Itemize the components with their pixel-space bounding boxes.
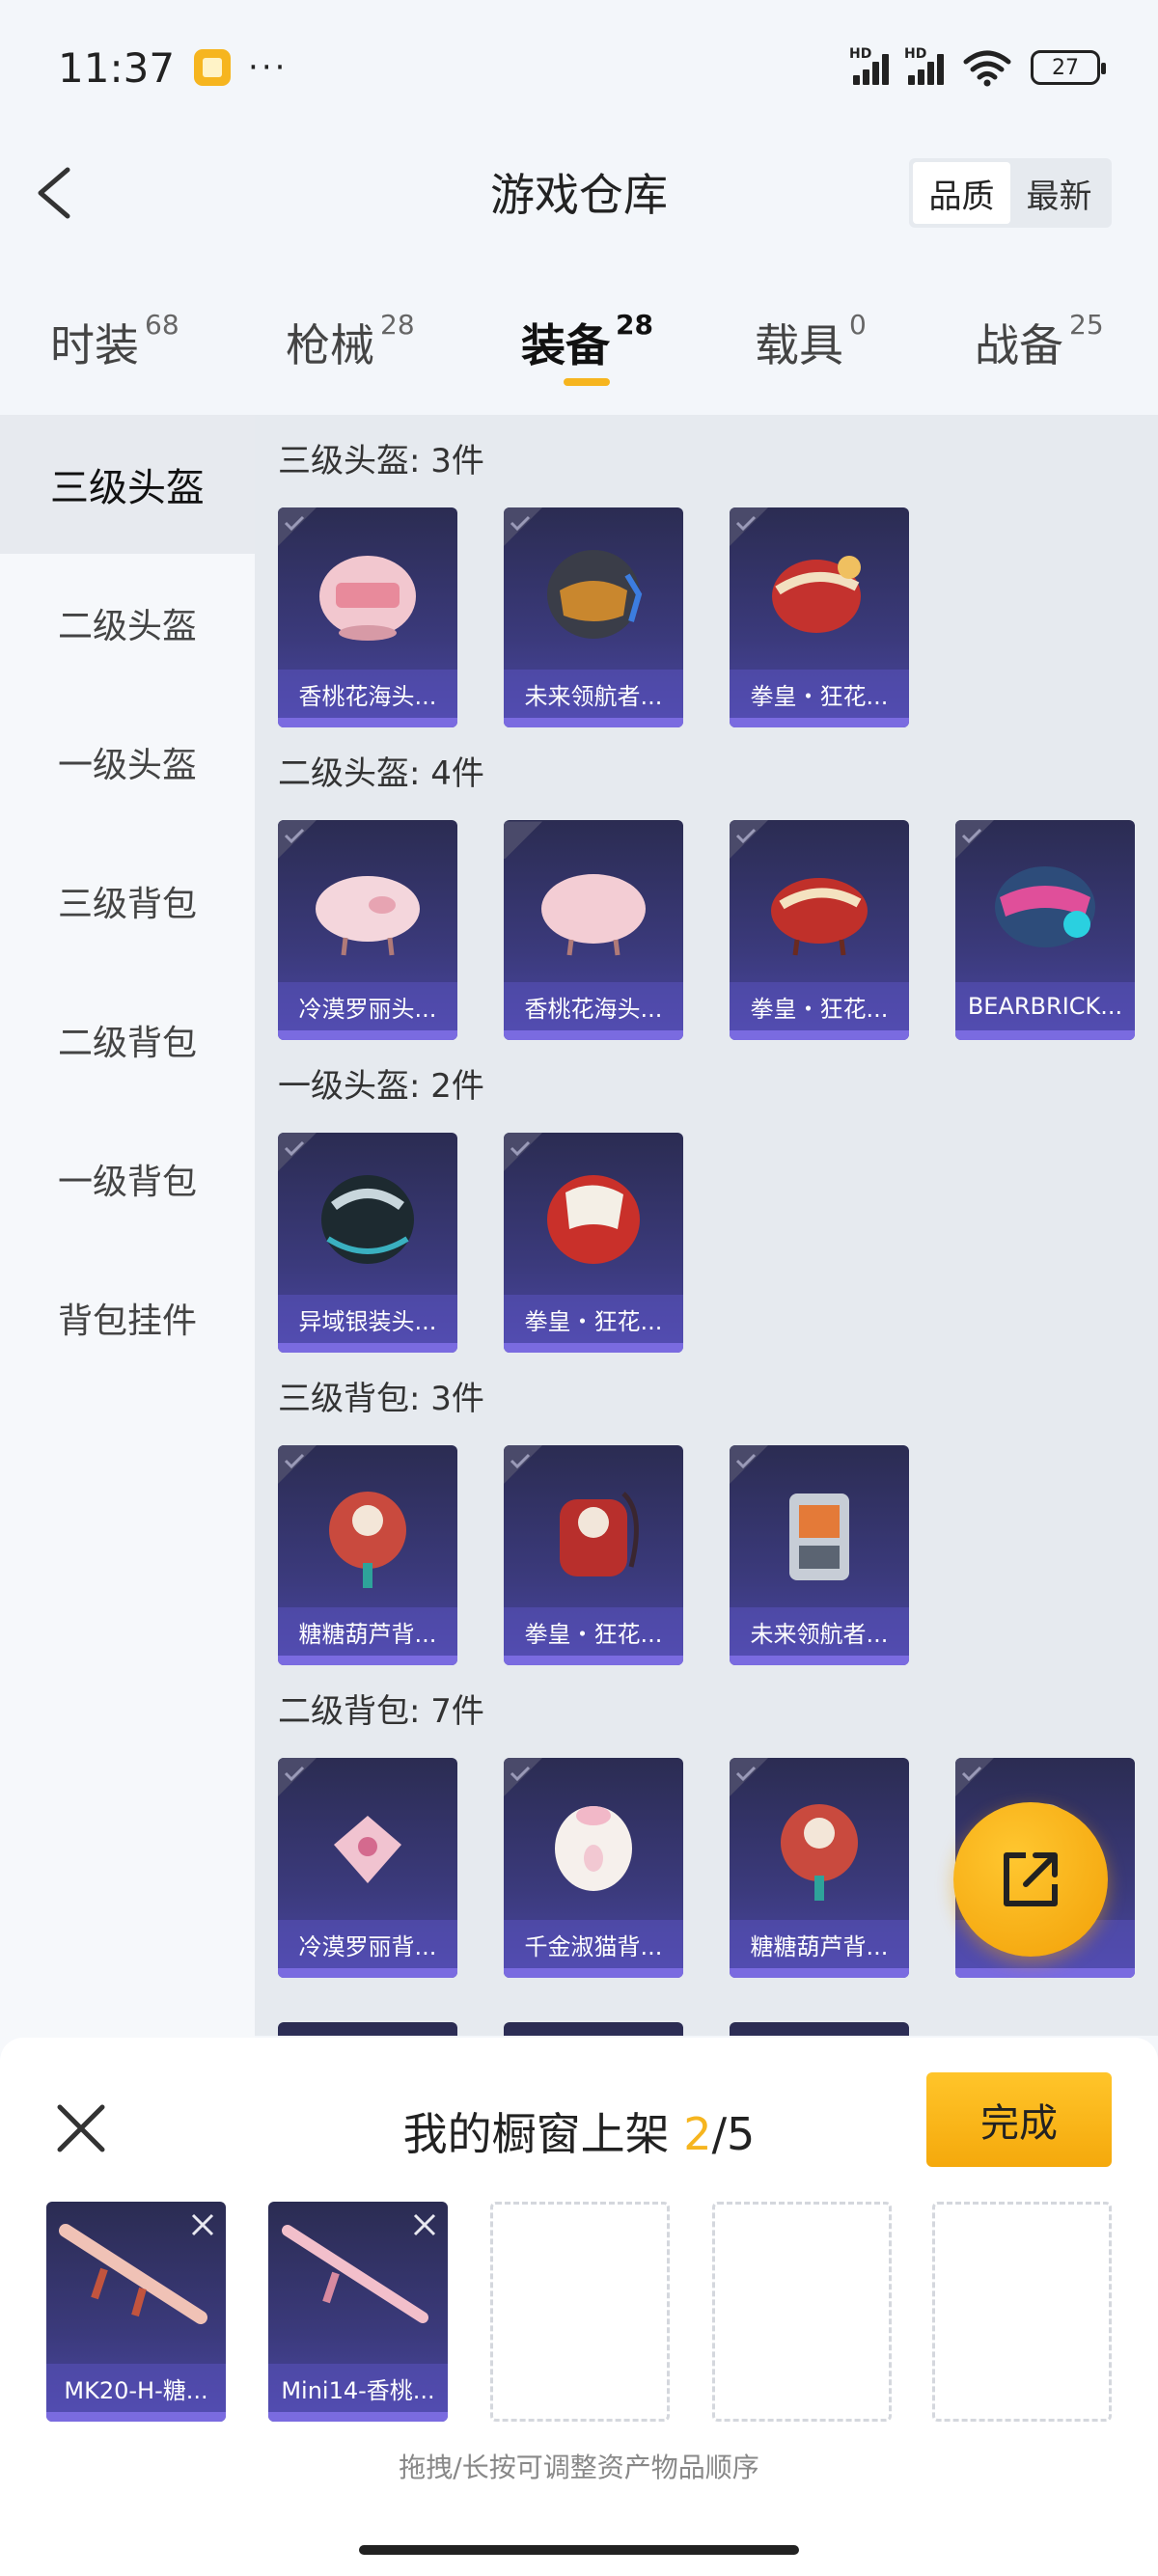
home-indicator	[359, 2545, 799, 2555]
share-button[interactable]	[953, 1802, 1108, 1957]
item-card[interactable]: 拳皇・狂花...	[730, 507, 909, 727]
item-card[interactable]	[730, 2022, 909, 2036]
helmet-icon	[547, 550, 643, 639]
item-card[interactable]: 香桃花海头...	[278, 507, 457, 727]
status-bar: 11:37 ··· HD HD 27	[0, 0, 1158, 135]
sidebar: 三级头盔 二级头盔 一级头盔 三级背包 二级背包 一级背包 背包挂件	[0, 415, 255, 2055]
remove-icon[interactable]	[185, 2207, 220, 2242]
item-card[interactable]: 拳皇・狂花...	[730, 820, 909, 1040]
item-card[interactable]: BEARBRICK...	[955, 820, 1135, 1040]
helmet-icon	[772, 556, 861, 633]
item-card[interactable]: 冷漠罗丽背...	[278, 1758, 457, 1978]
sort-by-newest[interactable]: 最新	[1010, 162, 1108, 224]
helmet-icon	[547, 1175, 640, 1264]
sort-toggle[interactable]: 品质 最新	[909, 158, 1112, 228]
helmet-icon	[541, 874, 646, 956]
showcase-slot[interactable]: Mini14-香桃...	[268, 2202, 448, 2422]
group-title: 三级头盔: 3件	[278, 442, 484, 480]
sidebar-item-level1-backpack[interactable]: 一级背包	[0, 1110, 255, 1248]
sort-by-quality[interactable]: 品质	[913, 162, 1010, 224]
helmet-icon	[995, 866, 1095, 947]
tab-vehicles[interactable]: 载具 0	[755, 309, 867, 374]
helmet-icon	[321, 1175, 414, 1264]
item-card[interactable]	[504, 2022, 683, 2036]
helmet-icon	[316, 876, 420, 956]
remove-icon[interactable]	[407, 2207, 442, 2242]
signal-1-icon: HD	[849, 46, 889, 85]
item-card[interactable]: 未来领航者...	[504, 507, 683, 727]
sidebar-item-level3-helmet[interactable]: 三级头盔	[0, 415, 255, 554]
group-title: 二级背包: 7件	[278, 1692, 484, 1731]
item-card[interactable]: 糖糖葫芦背...	[730, 1758, 909, 1978]
notification-app-icon	[194, 49, 232, 86]
backpack-icon	[334, 1816, 401, 1883]
item-grid: 三级头盔: 3件 香桃花海头... 未来领航者... 拳皇・狂花... 二级头盔…	[255, 415, 1158, 2036]
tab-combat-gear[interactable]: 战备 25	[975, 309, 1104, 374]
group-title: 三级背包: 3件	[278, 1380, 484, 1418]
sidebar-item-level2-backpack[interactable]: 二级背包	[0, 971, 255, 1110]
group-title: 一级头盔: 2件	[278, 1067, 484, 1106]
done-button[interactable]: 完成	[926, 2072, 1112, 2167]
helmet-icon	[319, 556, 416, 641]
backpack-icon	[789, 1494, 849, 1580]
status-time: 11:37	[58, 43, 176, 92]
item-card[interactable]	[278, 2022, 457, 2036]
sidebar-item-level1-helmet[interactable]: 一级头盔	[0, 693, 255, 832]
showcase-slot[interactable]: MK20-H-糖...	[46, 2202, 226, 2422]
showcase-slot-empty[interactable]	[712, 2202, 892, 2422]
showcase-slot-empty[interactable]	[932, 2202, 1112, 2422]
category-tabs: 时装 68 枪械 28 装备 28 载具 0 战备 25	[0, 289, 1158, 396]
reorder-hint: 拖拽/长按可调整资产物品顺序	[399, 2452, 759, 2483]
showcase-panel: 我的橱窗上架 2/5 完成 MK20-H-糖... Mini14-香桃... 拖…	[0, 2038, 1158, 2576]
item-card[interactable]: 冷漠罗丽头...	[278, 820, 457, 1040]
backpack-icon	[560, 1492, 639, 1576]
backpack-icon	[555, 1806, 632, 1891]
item-card[interactable]: 香桃花海头...	[504, 820, 683, 1040]
header: 游戏仓库 品质 最新	[0, 135, 1158, 251]
showcase-slot-empty[interactable]	[490, 2202, 670, 2422]
helmet-icon	[771, 878, 868, 956]
signal-2-icon: HD	[904, 46, 944, 85]
group-title: 二级头盔: 4件	[278, 754, 484, 793]
sidebar-item-level3-backpack[interactable]: 三级背包	[0, 832, 255, 971]
sidebar-item-backpack-charm[interactable]: 背包挂件	[0, 1248, 255, 1387]
backpack-icon	[329, 1492, 406, 1588]
item-card[interactable]: 糖糖葫芦背...	[278, 1445, 457, 1665]
sidebar-item-level2-helmet[interactable]: 二级头盔	[0, 554, 255, 693]
tab-fashion[interactable]: 时装 68	[50, 309, 179, 374]
battery-icon: 27	[1031, 50, 1106, 85]
item-card[interactable]: 拳皇・狂花...	[504, 1133, 683, 1353]
wifi-icon	[963, 50, 1011, 87]
backpack-icon	[781, 1804, 858, 1901]
item-card[interactable]: 异域银装头...	[278, 1133, 457, 1353]
share-icon	[1004, 1852, 1058, 1906]
tab-guns[interactable]: 枪械 28	[286, 309, 415, 374]
status-more-icon: ···	[248, 48, 289, 87]
active-tab-indicator	[564, 378, 610, 386]
item-card[interactable]: 拳皇・狂花...	[504, 1445, 683, 1665]
item-card[interactable]: 未来领航者...	[730, 1445, 909, 1665]
item-card[interactable]: 千金淑猫背...	[504, 1758, 683, 1978]
tab-equipment[interactable]: 装备 28	[521, 309, 653, 374]
